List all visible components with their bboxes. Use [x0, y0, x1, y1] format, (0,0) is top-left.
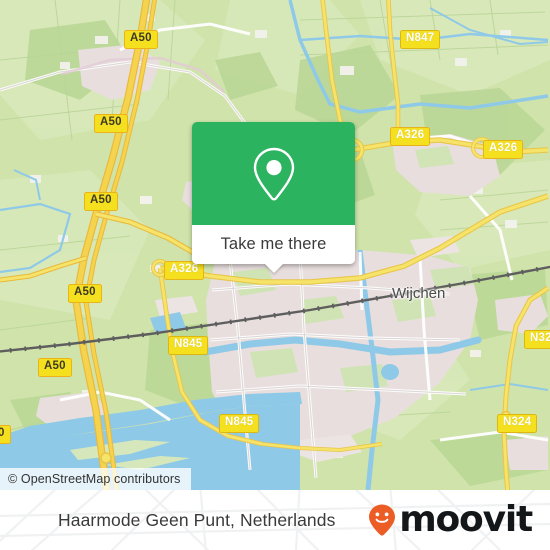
- moovit-wordmark: moovit: [399, 499, 533, 540]
- moovit-logo[interactable]: moovit: [367, 490, 533, 550]
- map-screenshot: © OpenStreetMap contributors A50 A50 A50 A5…: [0, 0, 550, 550]
- take-me-there-label: Take me there: [220, 235, 327, 253]
- road-shield: A50: [38, 358, 72, 377]
- road-shield: N847: [400, 30, 441, 49]
- place-label: Wijchen: [392, 285, 446, 302]
- callout-action-area[interactable]: Take me there: [192, 225, 355, 264]
- road-shield: N324: [497, 414, 538, 433]
- road-shield: A50: [68, 284, 102, 303]
- place-title: Haarmode Geen Punt, Netherlands: [58, 509, 336, 530]
- road-shield: A326: [483, 140, 524, 159]
- road-shield: A50: [84, 192, 118, 211]
- road-shield: 0: [0, 425, 11, 444]
- road-shield: N324: [524, 330, 550, 349]
- map-pin-icon: [253, 147, 294, 200]
- footer-bar: Haarmode Geen Punt, Netherlands moovit: [0, 490, 550, 550]
- callout-pointer: [263, 263, 284, 273]
- take-me-there-callout[interactable]: Take me there: [192, 122, 355, 273]
- osm-attribution[interactable]: © OpenStreetMap contributors: [0, 468, 191, 490]
- road-shield: A50: [124, 30, 158, 49]
- callout-icon-area: [192, 122, 355, 225]
- road-shield: A326: [390, 127, 431, 146]
- moovit-pin-icon: [369, 504, 396, 536]
- road-shield: N845: [168, 336, 209, 355]
- road-shield: N845: [219, 414, 260, 433]
- road-shield: A50: [94, 114, 128, 133]
